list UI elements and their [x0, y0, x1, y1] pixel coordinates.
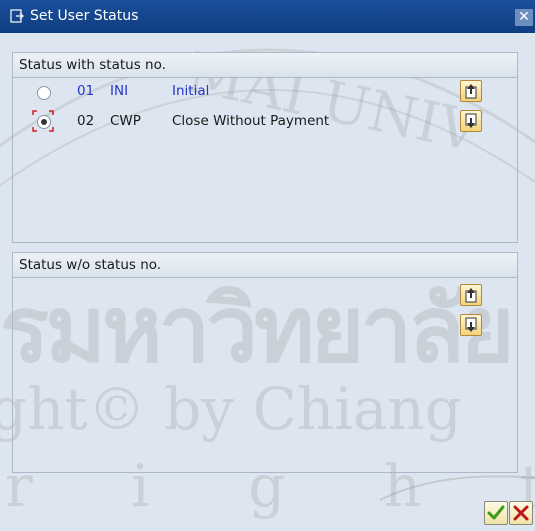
status-description: Initial — [172, 83, 210, 99]
radio-cwp[interactable] — [37, 115, 51, 129]
page-up-button[interactable] — [460, 80, 482, 102]
page-down-button[interactable] — [460, 110, 482, 132]
status-with-number-group: Status with status no. 01 INI Initial 02… — [12, 52, 518, 243]
status-number: 01 — [77, 83, 95, 99]
checkmark-icon — [487, 505, 505, 520]
status-code: CWP — [110, 113, 141, 129]
cross-icon — [513, 505, 529, 521]
status-row-initial[interactable]: 01 INI Initial — [13, 81, 453, 101]
page-down-icon — [465, 113, 477, 128]
status-row-cwp[interactable]: 02 CWP Close Without Payment — [13, 110, 453, 132]
cancel-button[interactable] — [509, 501, 533, 525]
status-without-number-header: Status w/o status no. — [13, 253, 517, 278]
status-without-number-group: Status w/o status no. — [12, 252, 518, 473]
status-with-number-header: Status with status no. — [13, 53, 517, 78]
window-title: Set User Status — [30, 8, 139, 24]
radio-initial[interactable] — [37, 86, 51, 100]
page-up-icon — [465, 84, 477, 99]
confirm-button[interactable] — [484, 501, 508, 525]
close-icon: ✕ — [518, 9, 530, 25]
page-down-icon — [465, 317, 477, 332]
page-up-icon — [465, 288, 477, 303]
window-icon — [10, 9, 24, 23]
title-bar: Set User Status ✕ — [0, 0, 535, 33]
close-button[interactable]: ✕ — [515, 9, 533, 26]
status-code: INI — [110, 83, 129, 99]
status-description: Close Without Payment — [172, 113, 330, 129]
page-up-button[interactable] — [460, 284, 482, 306]
status-number: 02 — [77, 113, 95, 129]
page-down-button[interactable] — [460, 314, 482, 336]
